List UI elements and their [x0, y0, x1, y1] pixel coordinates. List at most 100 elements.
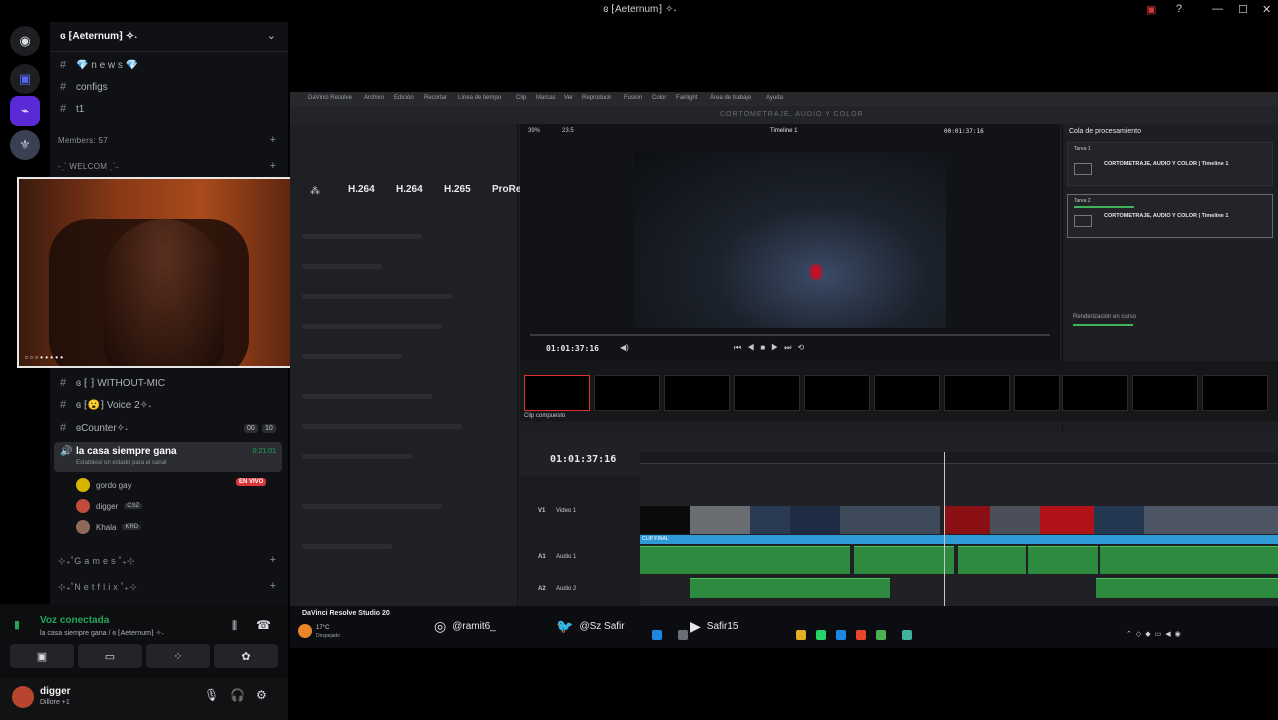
codec-preset[interactable]: H.264 [396, 184, 423, 195]
camera-button[interactable]: ▣ [10, 644, 74, 668]
soundboard-button[interactable]: ✿ [214, 644, 278, 668]
video-clip[interactable] [990, 506, 1040, 534]
video-clip[interactable] [944, 506, 990, 534]
clip-final-bar[interactable]: CLIP FINAL [640, 535, 1278, 544]
custom-export-icon[interactable]: ⁂ [310, 186, 320, 197]
close-button[interactable]: ✕ [1262, 3, 1271, 16]
add-icon[interactable]: + [270, 134, 276, 146]
menu-item[interactable]: Área de trabajo [710, 95, 751, 101]
chrome-icon[interactable] [876, 630, 886, 640]
menu-item[interactable]: DaVinci Resolve [308, 95, 352, 101]
scrubber-bar[interactable] [530, 334, 1050, 336]
notification-icon[interactable]: ▣ [1146, 3, 1156, 16]
clip-thumbnail[interactable] [874, 375, 940, 411]
clip-thumbnail[interactable] [804, 375, 870, 411]
server-icon-3[interactable]: ⚜ [10, 130, 40, 160]
audio-clip[interactable] [1028, 546, 1098, 574]
system-tray-icons[interactable]: ⌃◇◆▭◀◉ [1126, 630, 1185, 638]
screen-share-button[interactable]: ▭ [78, 644, 142, 668]
menu-item[interactable]: Línea de tiempo [458, 95, 501, 101]
codec-preset[interactable]: H.264 [348, 184, 375, 195]
server-icon-aeternum[interactable]: ⌁ [10, 96, 40, 126]
disconnect-icon[interactable]: ☎ [256, 618, 271, 632]
add-icon[interactable]: + [270, 554, 276, 566]
menu-item[interactable]: Reproducir [582, 95, 611, 101]
clip-thumbnail[interactable] [1202, 375, 1268, 411]
clip-thumbnail[interactable] [734, 375, 800, 411]
audio-clip[interactable] [1096, 578, 1278, 598]
voice-channel-without-mic[interactable]: # ɞ ⁅ ⁆ WITHOUT-MIC [60, 374, 165, 392]
voice-user[interactable]: Khala KRD [76, 518, 142, 536]
welcome-category[interactable]: -ˏˋ WELCOM ˎˊ˗ [58, 162, 119, 171]
audio-clip[interactable] [640, 546, 850, 574]
video-clip[interactable] [1144, 506, 1278, 534]
audio-clip[interactable] [854, 546, 954, 574]
menu-item[interactable]: Marcas [536, 95, 556, 101]
file-explorer-icon[interactable] [796, 630, 806, 640]
track-name[interactable]: Audio 2 [556, 586, 676, 592]
voice-channel-counter[interactable]: # ɞCounter✧˖ [60, 419, 128, 437]
menu-item[interactable]: Color [652, 95, 666, 101]
channel-status[interactable]: Establece un estado para el canal [76, 460, 166, 466]
weather-temp[interactable]: 17°C [316, 625, 329, 631]
resolve-taskbar-icon[interactable] [902, 630, 912, 640]
video-clip[interactable] [640, 506, 690, 534]
avatar[interactable] [12, 686, 34, 708]
activities-button[interactable]: ⁘ [146, 644, 210, 668]
voice-user[interactable]: digger CSZ [76, 497, 143, 515]
channel-news[interactable]: # 💎 n e w s 💎 [60, 56, 138, 74]
menu-item[interactable]: Ver [564, 95, 573, 101]
menu-item[interactable]: Fusion [624, 95, 642, 101]
maximize-button[interactable]: ☐ [1238, 3, 1248, 16]
chevron-down-icon[interactable]: ⌄ [267, 29, 276, 42]
voice-location[interactable]: la casa siempre gana / ɞ ⁅Aeternum⁆ ✧˖ [40, 629, 164, 637]
menu-item[interactable]: Archivo [364, 95, 384, 101]
signal-icon[interactable]: ▮ [14, 618, 20, 631]
windows-start-icon[interactable] [652, 630, 662, 640]
clip-thumbnail[interactable] [524, 375, 590, 411]
minimize-button[interactable]: — [1212, 3, 1223, 15]
audio-clip[interactable] [1100, 546, 1278, 574]
server-header[interactable]: ɞ ⁅Aeternum⁆ ✧˖ ⌄ [50, 22, 288, 52]
audio-clip[interactable] [690, 578, 890, 598]
transport-controls[interactable]: ⏮◀■▶⏭⟲ [734, 343, 810, 353]
channel-configs[interactable]: # configs [60, 78, 108, 96]
add-icon[interactable]: + [270, 160, 276, 172]
clip-thumbnail[interactable] [594, 375, 660, 411]
playhead[interactable] [944, 452, 945, 606]
video-clip[interactable] [1094, 506, 1144, 534]
whatsapp-icon[interactable] [816, 630, 826, 640]
microphone-icon[interactable]: 🎙 [204, 688, 219, 702]
menu-item[interactable]: Recortar [424, 95, 447, 101]
video-clip[interactable] [1040, 506, 1094, 534]
render-job[interactable]: Tarea 1 CORTOMETRAJE, AUDIO Y COLOR | Ti… [1067, 142, 1273, 186]
audio-clip[interactable] [958, 546, 1026, 574]
menu-item[interactable]: Fairlight [676, 95, 697, 101]
voice-channel-voice2[interactable]: # ɞ ⁅😮⁆ Voice 2✧˖ [60, 396, 151, 414]
server-icon-1[interactable]: ▣ [10, 64, 40, 94]
menu-item[interactable]: Edición [394, 95, 414, 101]
video-clip[interactable] [790, 506, 840, 534]
codec-preset[interactable]: H.265 [444, 184, 471, 195]
voice-user[interactable]: gordo gay [76, 476, 132, 494]
clip-thumbnail[interactable] [1062, 375, 1128, 411]
clip-thumbnail[interactable] [664, 375, 730, 411]
category-netflix[interactable]: ⊹₊˚N e t f l i x ˚₊⊹ [58, 582, 137, 593]
help-icon[interactable]: ? [1176, 3, 1182, 15]
clip-thumbnail[interactable] [944, 375, 1010, 411]
app-icon[interactable] [836, 630, 846, 640]
menu-item[interactable]: Clip [516, 95, 526, 101]
clip-thumbnail[interactable] [1014, 375, 1060, 411]
active-voice-channel[interactable]: 🔊 la casa siempre gana Establece un esta… [54, 442, 282, 472]
menu-item[interactable]: Ayuda [766, 95, 783, 101]
app-icon[interactable] [856, 630, 866, 640]
video-clip[interactable] [750, 506, 790, 534]
timeline-ruler[interactable] [640, 452, 1278, 464]
headphones-icon[interactable]: 🎧 [230, 688, 245, 702]
add-icon[interactable]: + [270, 580, 276, 592]
discord-home-icon[interactable]: ◉ [10, 26, 40, 56]
settings-gear-icon[interactable]: ⚙ [256, 688, 267, 702]
zoom-level[interactable]: 39% [528, 128, 540, 134]
category-games[interactable]: ⊹₊˚G a m e s ˚₊⊹ [58, 556, 135, 567]
video-clip[interactable] [840, 506, 940, 534]
